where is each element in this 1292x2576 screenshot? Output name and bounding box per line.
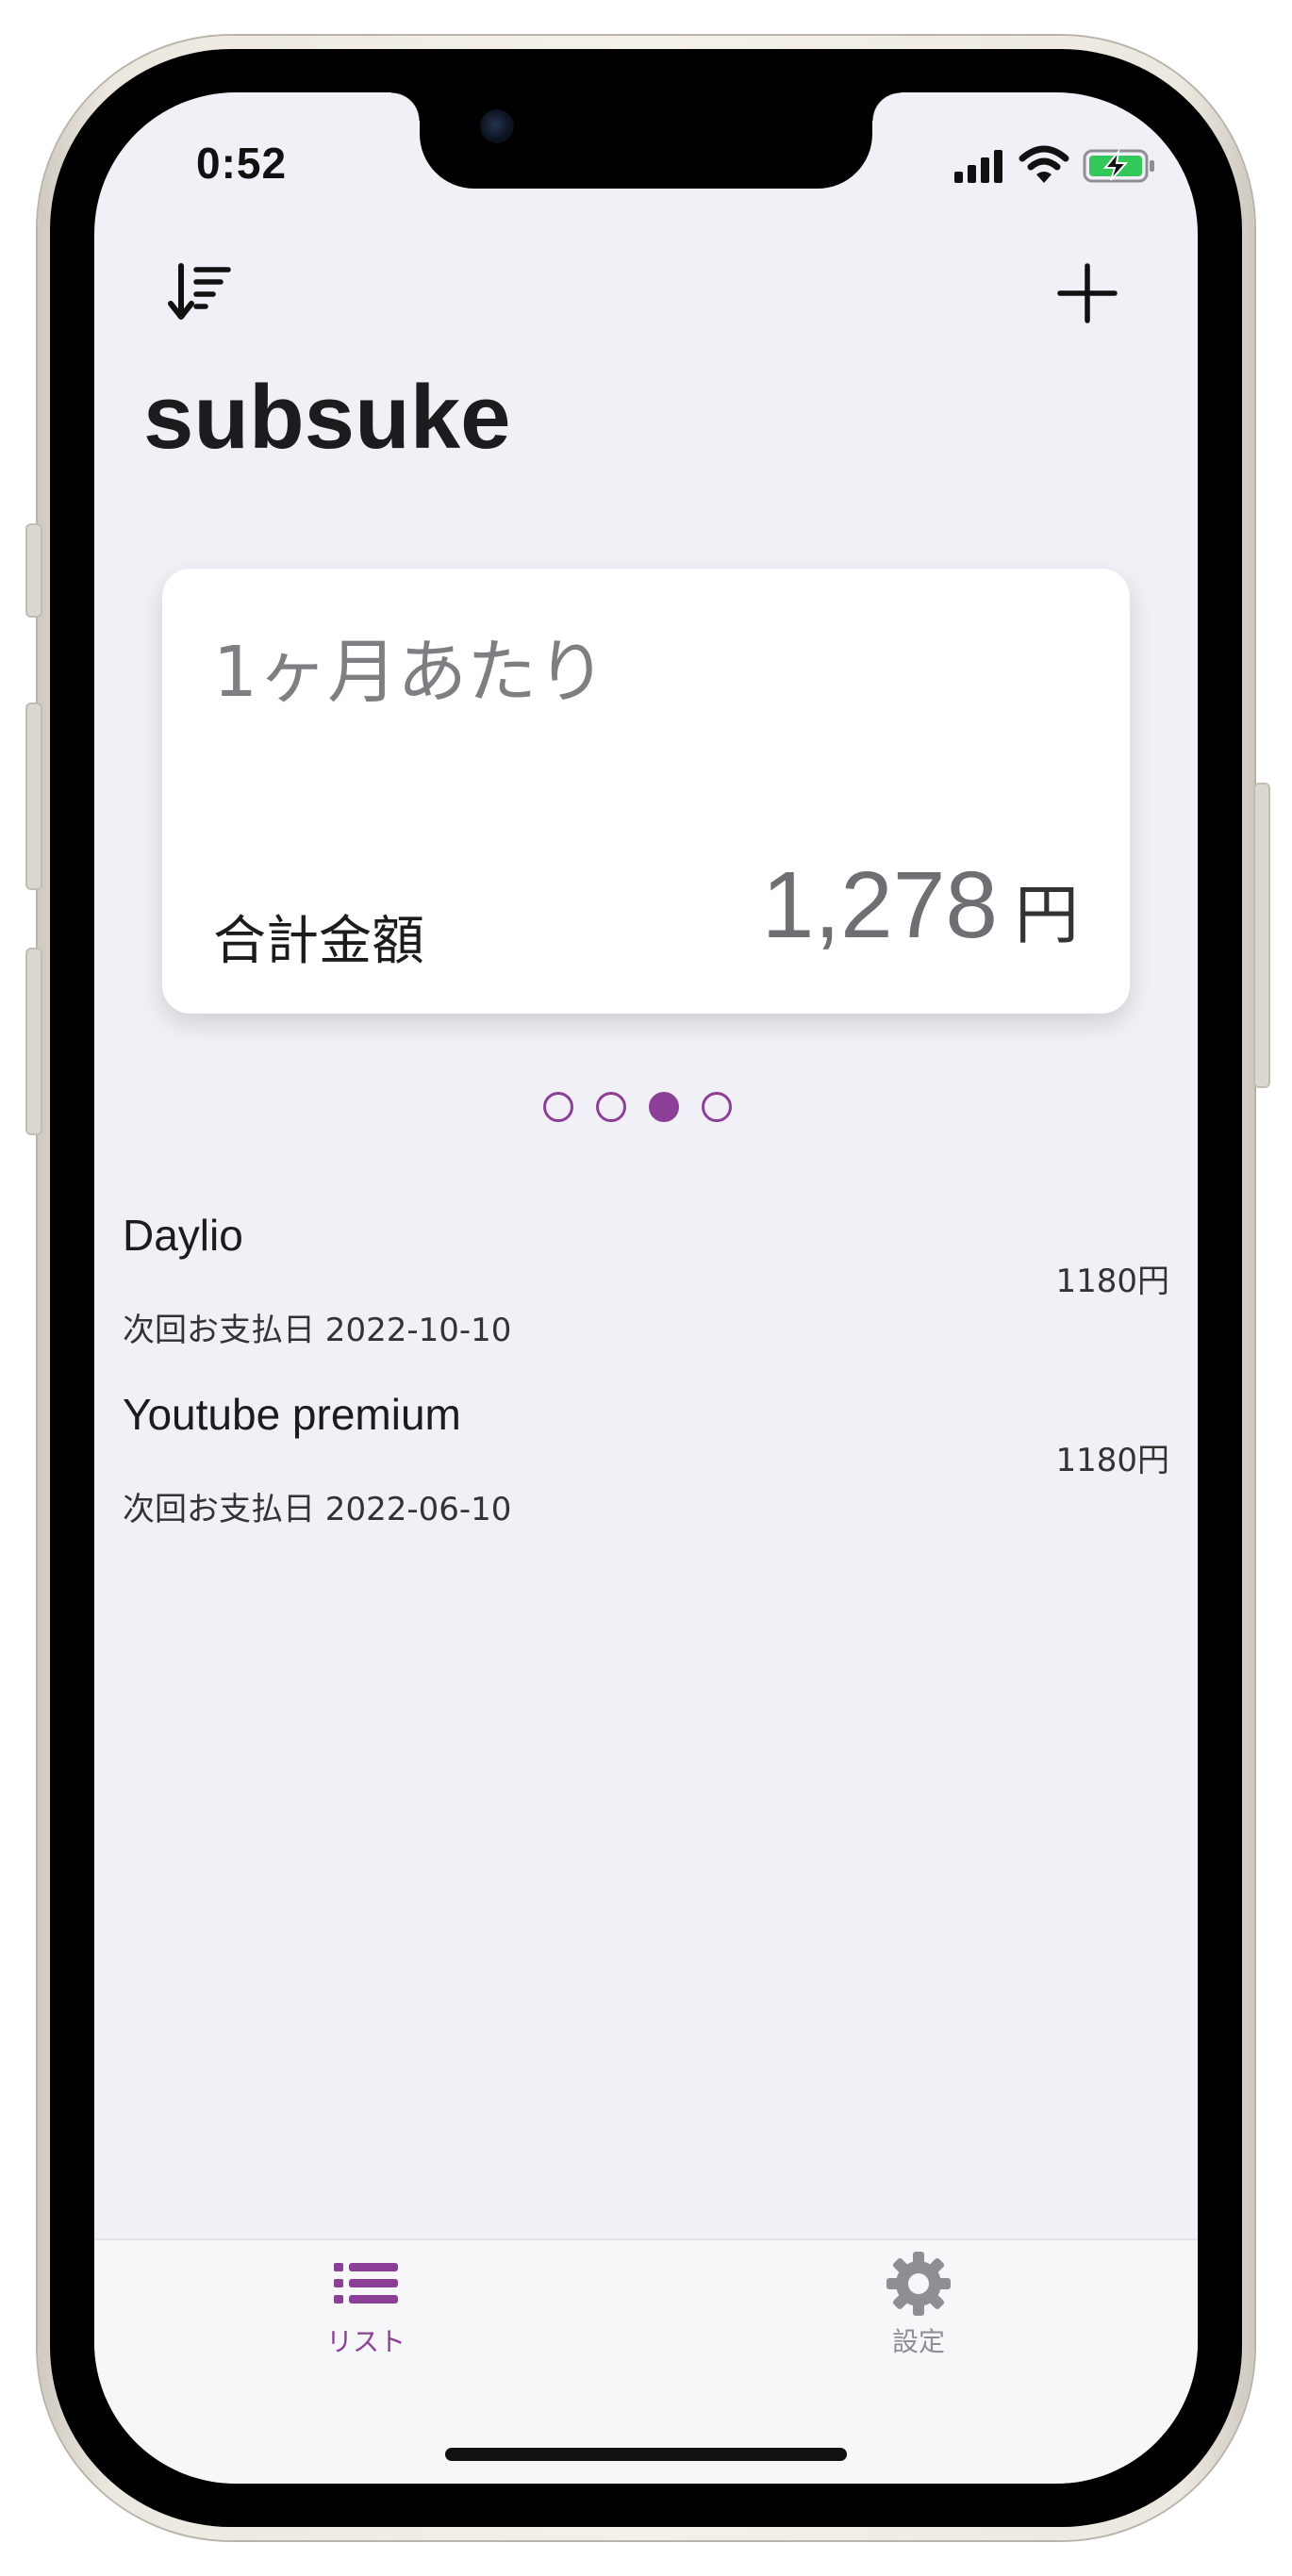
front-camera [480, 109, 514, 143]
page-dot-active[interactable] [649, 1092, 679, 1122]
cellular-signal-icon [954, 150, 1002, 183]
status-time: 0:52 [196, 139, 288, 188]
tab-label: リスト [325, 2326, 406, 2357]
currency-unit: 円 [1014, 879, 1079, 953]
next-payment-date: 次回お支払日 2022-06-10 [123, 1491, 512, 1528]
battery-charging-icon [1083, 148, 1154, 183]
subscription-name: Daylio [123, 1211, 243, 1260]
page-dot[interactable] [543, 1092, 573, 1122]
page-dot[interactable] [596, 1092, 626, 1122]
volume-up-button [25, 702, 42, 890]
plus-icon[interactable] [1056, 262, 1118, 324]
power-button [1253, 783, 1270, 1088]
gear-icon [886, 2252, 951, 2316]
page-title: subsuke [143, 367, 511, 468]
page-dot[interactable] [702, 1092, 732, 1122]
page-indicator[interactable] [543, 1092, 732, 1122]
wifi-icon [1019, 145, 1069, 183]
subscription-name: Youtube premium [123, 1390, 461, 1439]
tab-settings[interactable]: 設定 [815, 2252, 1022, 2397]
silent-switch [25, 523, 42, 618]
period-label: 1ヶ月あたり [213, 632, 607, 713]
sort-descending-icon[interactable] [168, 260, 234, 326]
monthly-total-card[interactable]: 1ヶ月あたり 合計金額 1,278 円 [162, 569, 1130, 1014]
total-amount: 1,278 円 [762, 851, 1079, 960]
subscription-price: 1180円 [1055, 1442, 1169, 1479]
next-payment-date: 次回お支払日 2022-10-10 [123, 1312, 512, 1349]
total-label: 合計金額 [213, 911, 424, 972]
total-amount-value: 1,278 [761, 852, 998, 958]
volume-down-button [25, 948, 42, 1135]
home-indicator[interactable] [445, 2448, 847, 2461]
subscription-price: 1180円 [1055, 1263, 1169, 1300]
subscription-row[interactable]: Daylio 次回お支払日 2022-10-10 1180円 [123, 1210, 1169, 1389]
status-icons [952, 145, 1179, 185]
subscription-row[interactable]: Youtube premium 次回お支払日 2022-06-10 1180円 [123, 1389, 1169, 1568]
tab-list[interactable]: リスト [262, 2255, 470, 2397]
tab-bar: リスト 設定 [94, 2238, 1198, 2484]
notch [391, 92, 901, 189]
tab-label: 設定 [891, 2326, 945, 2357]
list-icon [334, 2263, 398, 2304]
app-screen: 0:52 subsuke 1ヶ月あたり 合計金額 1,278 円 Daylio … [94, 92, 1198, 2484]
